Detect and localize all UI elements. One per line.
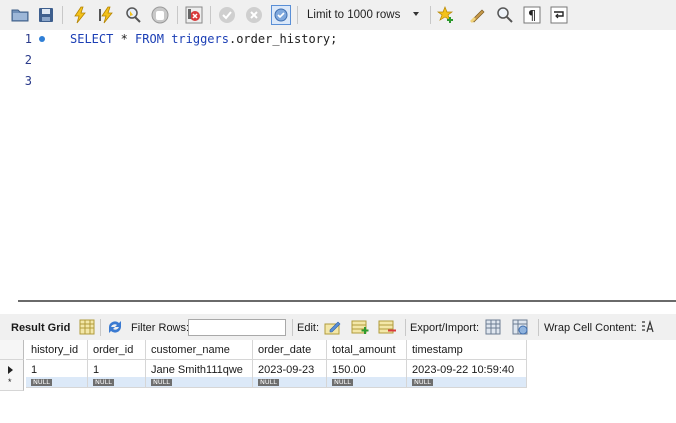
toolbar-separator [210, 6, 211, 24]
grid-view-icon[interactable] [78, 319, 96, 335]
line-number: 1 [24, 32, 32, 46]
column-header-order-date[interactable]: order_date [253, 340, 327, 360]
column-header-history-id[interactable]: history_id [26, 340, 88, 360]
column-header-timestamp[interactable]: timestamp [407, 340, 527, 360]
cell-null[interactable]: NULL [26, 377, 88, 388]
filter-rows-label: Filter Rows: [131, 322, 190, 334]
toolbar-separator [430, 6, 431, 24]
add-row-icon[interactable] [351, 319, 369, 335]
sql-keyword: SELECT [70, 32, 114, 46]
edit-label: Edit: [297, 322, 320, 334]
find-replace-magnifier-icon[interactable] [495, 5, 515, 25]
sql-editor[interactable]: 1 SELECT * FROM triggers.order_history; … [0, 30, 676, 296]
limit-rows-value: Limit to 1000 rows [307, 9, 401, 21]
execute-cursor-lightning-icon[interactable] [96, 5, 116, 25]
panel-splitter[interactable] [18, 300, 676, 302]
commit-check-icon[interactable] [217, 5, 237, 25]
save-icon[interactable] [36, 5, 56, 25]
export-icon[interactable] [485, 319, 503, 335]
null-badge: NULL [31, 378, 52, 386]
sql-keyword: FROM [135, 32, 164, 46]
cell-null[interactable]: NULL [407, 377, 527, 388]
execute-lightning-icon[interactable] [70, 5, 90, 25]
toolbar-separator [62, 6, 63, 24]
column-header-order-id[interactable]: order_id [88, 340, 146, 360]
null-badge: NULL [258, 378, 279, 386]
explain-magnifier-icon[interactable] [123, 5, 143, 25]
column-header-total-amount[interactable]: total_amount [327, 340, 407, 360]
export-import-label: Export/Import: [410, 322, 480, 334]
null-badge: NULL [412, 378, 433, 386]
wrap-cell-toggle-icon[interactable] [639, 319, 657, 335]
wrap-cell-content-label: Wrap Cell Content: [544, 322, 637, 334]
row-header-corner [0, 340, 24, 360]
chevron-down-icon [413, 12, 419, 16]
wrap-lines-icon[interactable] [549, 5, 569, 25]
null-badge: NULL [151, 378, 172, 386]
beautify-broom-icon[interactable] [468, 5, 488, 25]
current-row-arrow-icon [8, 366, 13, 374]
cell-null[interactable]: NULL [253, 377, 327, 388]
limit-rows-select[interactable]: Limit to 1000 rows [301, 5, 425, 25]
cell-null[interactable]: NULL [327, 377, 407, 388]
null-badge: NULL [332, 378, 353, 386]
svg-text:¶: ¶ [528, 9, 536, 24]
row-header-new[interactable]: * [0, 377, 24, 391]
open-folder-icon[interactable] [10, 5, 30, 25]
toolbar-separator [177, 6, 178, 24]
toggle-continue-on-error-icon[interactable] [184, 5, 204, 25]
cell-null[interactable]: NULL [146, 377, 253, 388]
toolbar-separator [100, 319, 101, 336]
null-badge: NULL [93, 378, 114, 386]
editor-toolbar: Limit to 1000 rows ¶ [0, 0, 676, 31]
column-header-customer-name[interactable]: customer_name [146, 340, 253, 360]
autocommit-toggle-icon[interactable] [271, 5, 291, 25]
stop-hand-icon[interactable] [150, 5, 170, 25]
result-toolbar: Result Grid Filter Rows: Edit: Export/Im… [0, 314, 676, 340]
cell-null[interactable]: NULL [88, 377, 146, 388]
filter-rows-input[interactable] [188, 319, 286, 336]
editor-line: 2 [0, 51, 676, 71]
import-icon[interactable] [512, 319, 530, 335]
result-grid-tab[interactable]: Result Grid [11, 322, 70, 334]
add-snippet-star-icon[interactable] [436, 5, 456, 25]
sql-schema-name: triggers [171, 32, 229, 46]
edit-row-icon[interactable] [324, 319, 342, 335]
refresh-icon[interactable] [106, 319, 124, 335]
sql-table-name: .order_history; [228, 32, 338, 46]
sql-token: * [113, 32, 136, 46]
editor-line: 3 [0, 72, 676, 92]
toolbar-separator [292, 319, 293, 336]
statement-marker-icon [39, 36, 45, 42]
invisible-chars-pilcrow-icon[interactable]: ¶ [522, 5, 542, 25]
toolbar-separator [538, 319, 539, 336]
new-row-star-icon: * [8, 377, 12, 387]
sql-code[interactable]: SELECT * FROM triggers.order_history; [70, 32, 337, 46]
rollback-cancel-icon[interactable] [244, 5, 264, 25]
line-number: 2 [24, 53, 32, 67]
line-number: 3 [24, 74, 32, 88]
toolbar-separator [297, 6, 298, 24]
delete-row-icon[interactable] [378, 319, 396, 335]
toolbar-separator [405, 319, 406, 336]
editor-line: 1 SELECT * FROM triggers.order_history; [0, 30, 676, 50]
